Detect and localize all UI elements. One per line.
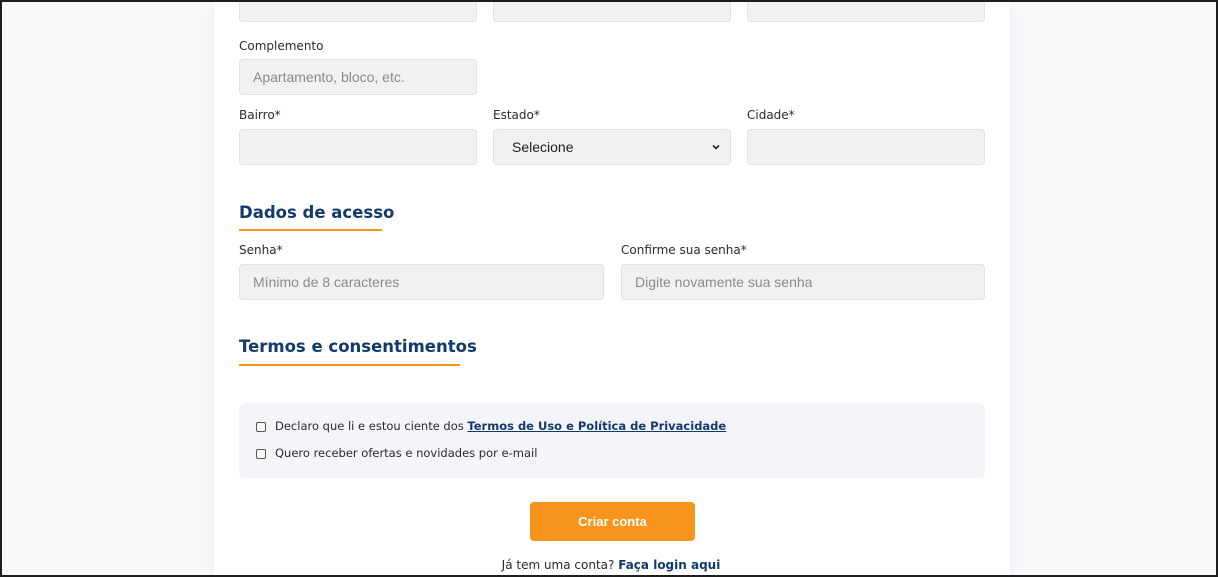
terms-title-underline — [239, 364, 460, 366]
login-link[interactable]: Faça login aqui — [618, 558, 720, 572]
page-frame: Complemento Apartamento, bloco, etc. Bai… — [0, 0, 1218, 577]
checkbox-icon[interactable] — [256, 449, 266, 459]
create-account-button[interactable]: Criar conta — [530, 502, 695, 541]
top-field-1[interactable] — [239, 2, 477, 22]
top-field-2[interactable] — [493, 2, 731, 22]
terms-privacy-link[interactable]: Termos de Uso e Política de Privacidade — [467, 419, 726, 433]
chevron-down-icon — [712, 144, 720, 150]
cidade-input[interactable] — [747, 129, 985, 165]
terms-section-title: Termos e consentimentos — [239, 337, 477, 356]
bairro-label: Bairro* — [239, 108, 281, 122]
consent-box — [239, 403, 985, 478]
cidade-label: Cidade* — [747, 108, 795, 122]
estado-selected-value: Selecione — [512, 139, 574, 155]
estado-label: Estado* — [493, 108, 540, 122]
estado-select[interactable]: Selecione — [493, 129, 731, 165]
senha-input[interactable]: Mínimo de 8 caracteres — [239, 264, 604, 300]
login-prompt: Já tem uma conta? — [501, 558, 615, 572]
top-field-3[interactable] — [747, 2, 985, 22]
confirm-senha-label: Confirme sua senha* — [621, 243, 747, 257]
checkbox-icon[interactable] — [256, 422, 266, 432]
access-section-title: Dados de acesso — [239, 203, 395, 222]
consent-terms-text: Declaro que li e estou ciente dos Termos… — [275, 419, 726, 433]
complemento-input[interactable]: Apartamento, bloco, etc. — [239, 59, 477, 95]
complemento-label: Complemento — [239, 39, 324, 53]
bairro-input[interactable] — [239, 129, 477, 165]
senha-label: Senha* — [239, 243, 283, 257]
access-title-underline — [239, 229, 382, 231]
confirm-senha-input[interactable]: Digite novamente sua senha — [621, 264, 985, 300]
consent-terms-label: Declaro que li e estou ciente dos — [275, 419, 468, 433]
login-line: Já tem uma conta? Faça login aqui — [2, 558, 1216, 572]
consent-offers-text: Quero receber ofertas e novidades por e-… — [275, 446, 538, 460]
